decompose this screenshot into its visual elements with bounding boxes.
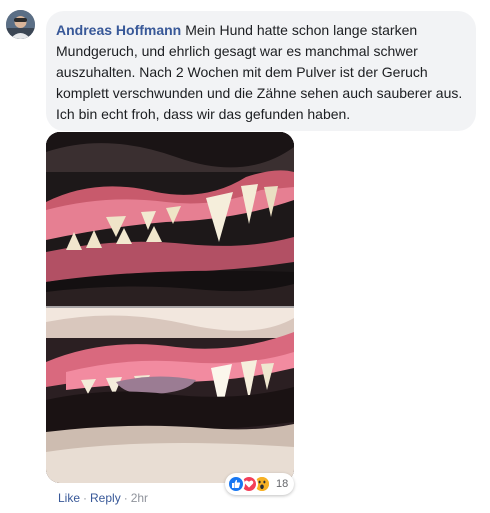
separator: · [123, 491, 128, 505]
comment-photo[interactable] [46, 132, 294, 483]
comment-timestamp[interactable]: 2hr [131, 490, 148, 506]
reply-link[interactable]: Reply [90, 490, 121, 506]
avatar[interactable] [6, 10, 35, 39]
separator: · [83, 491, 88, 505]
comment-author[interactable]: Andreas Hoffmann [56, 22, 181, 38]
dog-teeth-photo [46, 132, 294, 483]
comment-actions: Like · Reply · 2hr [58, 490, 148, 506]
like-icon [227, 475, 245, 493]
reaction-count: 18 [276, 478, 289, 490]
reactions-summary[interactable]: 18 [225, 473, 295, 495]
like-link[interactable]: Like [58, 490, 80, 506]
comment-bubble: Andreas Hoffmann Mein Hund hatte schon la… [46, 11, 476, 131]
